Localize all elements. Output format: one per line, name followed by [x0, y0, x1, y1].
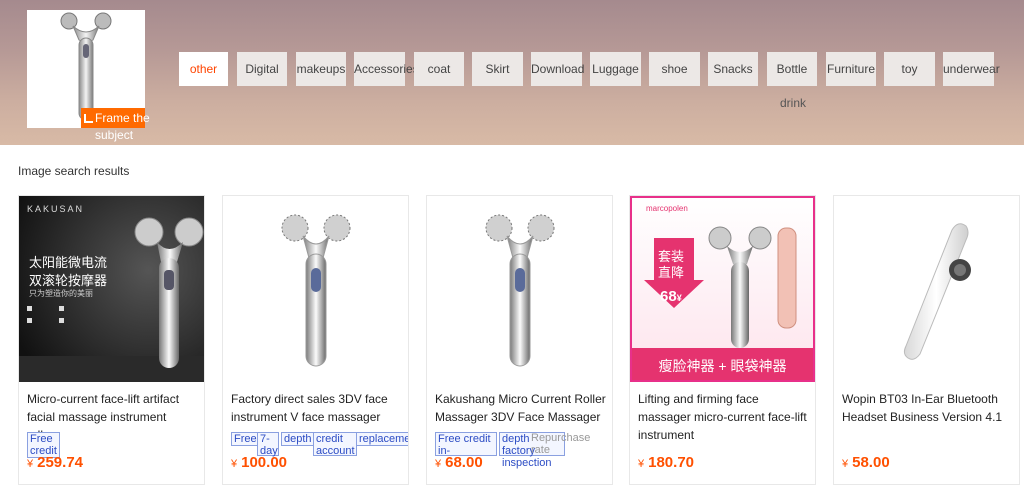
currency-symbol: ¥	[27, 458, 34, 470]
tag: Free	[231, 432, 260, 446]
product-card[interactable]: Factory direct sales 3DV face instrument…	[222, 195, 409, 485]
product-title[interactable]: Wopin BT03 In-Ear Bluetooth Headset Busi…	[842, 390, 1014, 426]
category-shoe[interactable]: shoe	[649, 52, 700, 86]
category-coat[interactable]: coat	[414, 52, 464, 86]
bluetooth-headset-icon	[903, 223, 971, 360]
category-toy[interactable]: toy	[884, 52, 935, 86]
category-furniture[interactable]: Furniture	[826, 52, 876, 86]
category-download[interactable]: Download	[531, 52, 584, 86]
tag: 7-day	[257, 432, 279, 457]
face-roller-icon	[281, 214, 351, 367]
product-card[interactable]: Wopin BT03 In-Ear Bluetooth Headset Busi…	[833, 195, 1020, 485]
product-price: ¥259.74	[27, 454, 83, 471]
category-underwear[interactable]: underwear	[943, 52, 1000, 86]
product-card[interactable]: marcopolen 套装 直降 68¥ 瘦脸神器 + 眼袋神器 Lifting…	[629, 195, 816, 485]
promo-price: 68¥	[660, 288, 682, 305]
product-title[interactable]: Kakushang Micro Current Roller Massager …	[435, 390, 607, 426]
product-card[interactable]: KAKUSAN 太阳能微电流 双滚轮按摩器 只为塑造你的美丽 Micro-cur…	[18, 195, 205, 485]
brand-logo-text: KAKUSAN	[27, 204, 85, 214]
tag: Repurchase rate	[531, 432, 591, 456]
product-title[interactable]: Factory direct sales 3DV face instrument…	[231, 390, 403, 426]
promo-banner-text: 瘦脸神器 + 眼袋神器	[658, 358, 787, 374]
price-value: 58.00	[852, 454, 890, 471]
price-value: 68.00	[445, 454, 483, 471]
promo-text: 太阳能微电流	[29, 255, 108, 270]
crop-icon	[84, 114, 93, 123]
currency-symbol: ¥	[638, 458, 645, 470]
product-price: ¥58.00	[842, 454, 890, 471]
category-bottle-drink[interactable]: Bottle	[767, 52, 817, 86]
category-makeups[interactable]: makeups	[296, 52, 346, 86]
category-snacks[interactable]: Snacks	[708, 52, 758, 86]
product-image[interactable]	[223, 196, 408, 382]
product-title[interactable]: Lifting and firming face massager micro-…	[638, 390, 810, 444]
product-image[interactable]	[427, 196, 612, 382]
currency-symbol: ¥	[842, 458, 849, 470]
product-price: ¥100.00	[231, 454, 287, 471]
price-value: 100.00	[241, 454, 288, 471]
tag: credit account	[313, 432, 357, 457]
promo-subtext: 只为塑造你的美丽	[29, 289, 93, 298]
category-bottle-drink-sub: drink	[780, 96, 807, 110]
promo-price-value: 68	[660, 288, 677, 305]
product-card[interactable]: Kakushang Micro Current Roller Massager …	[426, 195, 613, 485]
frame-button-label: Frame the	[95, 111, 150, 125]
tag: depth	[281, 432, 315, 446]
tag: Free credit in-	[435, 432, 497, 457]
category-skirt[interactable]: Skirt	[472, 52, 523, 86]
product-image[interactable]: marcopolen 套装 直降 68¥ 瘦脸神器 + 眼袋神器	[630, 196, 815, 382]
category-digital[interactable]: Digital	[237, 52, 287, 86]
currency-symbol: ¥	[435, 458, 442, 470]
tag: replacement	[356, 432, 408, 446]
brand-logo-text: marcopolen	[646, 204, 688, 213]
face-roller-icon	[485, 214, 555, 367]
price-value: 180.70	[648, 454, 695, 471]
product-image[interactable]	[834, 196, 1019, 382]
category-accessories[interactable]: Accessories	[354, 52, 419, 86]
promo-text: 直降	[658, 265, 685, 280]
results-heading: Image search results	[18, 164, 130, 178]
product-price: ¥180.70	[638, 454, 694, 471]
frame-button-label-2: subject	[95, 128, 134, 142]
category-luggage[interactable]: Luggage	[590, 52, 641, 86]
currency-symbol: ¥	[676, 293, 682, 303]
product-price: ¥68.00	[435, 454, 483, 471]
price-value: 259.74	[37, 454, 84, 471]
category-other[interactable]: other	[179, 52, 228, 86]
promo-text: 双滚轮按摩器	[29, 273, 108, 288]
frame-subject-button[interactable]: Frame the	[81, 108, 150, 128]
product-image[interactable]: KAKUSAN 太阳能微电流 双滚轮按摩器 只为塑造你的美丽	[19, 196, 204, 382]
currency-symbol: ¥	[231, 458, 238, 470]
